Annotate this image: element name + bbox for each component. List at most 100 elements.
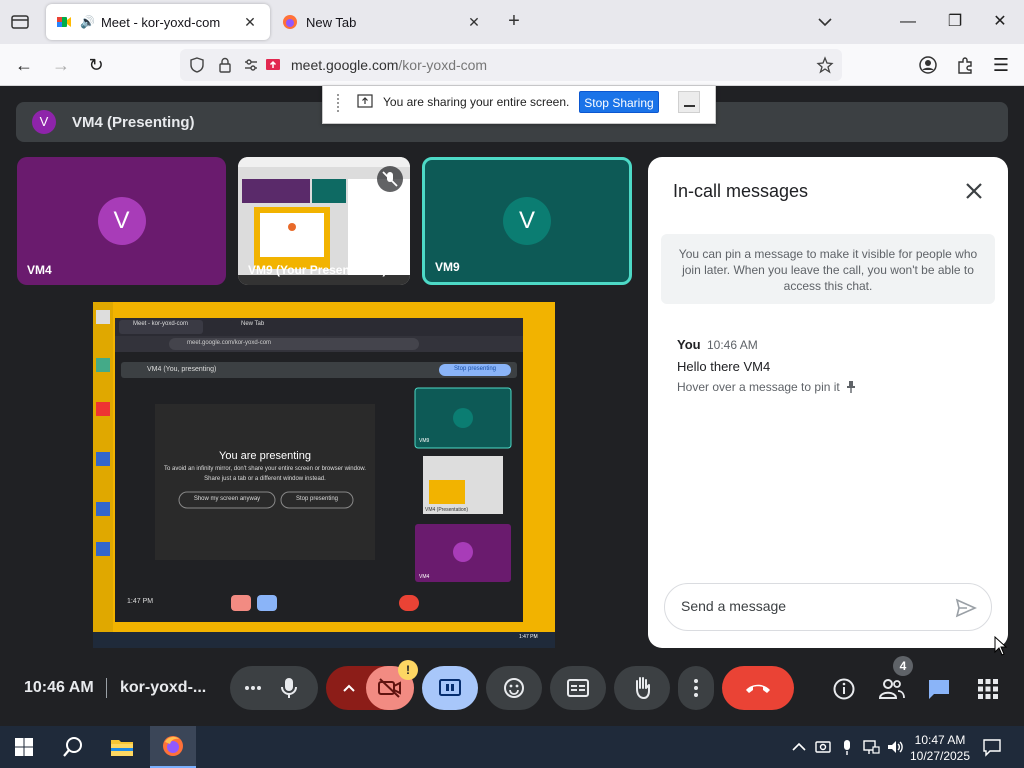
system-time: 10:47 AM (914, 733, 966, 747)
network-icon[interactable] (862, 738, 880, 756)
divider (106, 678, 107, 698)
system-date: 10/27/2025 (909, 749, 971, 763)
camera-warning-badge: ! (398, 660, 418, 680)
message-compose[interactable] (664, 583, 992, 631)
presenting-label: VM4 (Presenting) (72, 114, 195, 131)
search-button[interactable] (50, 726, 96, 768)
avatar: V (97, 197, 146, 245)
system-clock[interactable]: 10:47 AM 10/27/2025 (906, 732, 974, 764)
in-call-messages-panel: In-call messages You can pin a message t… (648, 157, 1008, 648)
shield-icon[interactable] (188, 56, 206, 74)
reload-icon[interactable]: ↻ (83, 52, 109, 78)
hand-icon (636, 677, 650, 700)
raise-hand-button[interactable] (614, 666, 670, 710)
closed-captions-icon (567, 679, 589, 697)
firefox-taskbar-button[interactable] (150, 726, 196, 768)
mirror-stop-presenting: Stop presenting (295, 496, 339, 502)
participant-tile-presentation[interactable]: VM9 (Your Presentation) (238, 157, 410, 285)
mouse-cursor-icon (994, 636, 1008, 656)
end-call-icon (746, 684, 770, 693)
avatar: V (32, 110, 56, 134)
url-path: /kor-yoxd-com (398, 57, 488, 73)
stop-sharing-button[interactable]: Stop Sharing (579, 91, 659, 113)
show-hidden-icons-chevron-icon[interactable] (790, 738, 808, 756)
new-tab-plus-icon[interactable]: + (502, 10, 526, 34)
close-icon[interactable] (962, 179, 986, 203)
permissions-icon[interactable] (242, 56, 260, 74)
speaker-icon[interactable]: 🔊 (80, 15, 95, 29)
reactions-button[interactable] (486, 666, 542, 710)
mirror-tile-vm4: VM4 (419, 574, 430, 580)
tab-list-icon[interactable] (8, 10, 32, 34)
message-time: 10:46 AM (707, 338, 758, 352)
volume-icon[interactable] (886, 738, 904, 756)
participant-name: VM9 (Your Presentation) (248, 263, 387, 277)
more-vertical-icon (694, 679, 698, 697)
hamburger-menu-icon[interactable]: ☰ (988, 52, 1014, 78)
present-now-button[interactable] (422, 666, 478, 710)
participant-tile-vm9[interactable]: V VM9 (422, 157, 632, 285)
list-all-tabs-chevron-icon[interactable] (814, 12, 836, 32)
people-count-badge: 4 (893, 656, 913, 676)
bookmark-star-icon[interactable] (816, 56, 834, 74)
google-meet-icon (57, 17, 71, 27)
pin-icon[interactable] (846, 381, 856, 393)
participant-name: VM9 (435, 260, 460, 274)
shared-screen-content (93, 302, 555, 648)
more-options-button[interactable] (678, 666, 714, 710)
activities-grid-icon[interactable] (976, 677, 1000, 701)
url-text: meet.google.com/kor-yoxd-com (291, 57, 487, 73)
people-icon[interactable] (878, 676, 906, 702)
meeting-code[interactable]: kor-yoxd-... (120, 679, 206, 697)
drag-handle[interactable] (337, 94, 341, 112)
participant-name: VM4 (27, 263, 52, 277)
avatar: V (503, 197, 551, 245)
tab-new-tab[interactable]: New Tab ✕ (272, 4, 494, 40)
microphone-tray-icon[interactable] (838, 738, 856, 756)
pin-hint: Hover over a message to pin it (677, 380, 840, 394)
hide-notification-button[interactable] (678, 91, 700, 113)
close-tab-icon[interactable]: ✕ (464, 14, 484, 31)
close-window-icon[interactable]: ✕ (988, 10, 1012, 34)
firefox-icon (163, 736, 183, 756)
leave-call-button[interactable] (722, 666, 794, 710)
send-message-input[interactable] (681, 598, 931, 614)
screen-sharing-indicator-icon[interactable] (264, 56, 282, 74)
chevron-up-icon (343, 684, 355, 692)
mirror-time: 1:47 PM (127, 598, 154, 605)
notifications-icon[interactable] (982, 737, 1002, 757)
lock-icon[interactable] (216, 56, 234, 74)
meeting-details-info-icon[interactable] (832, 677, 856, 701)
mirror-tab-new: New Tab (241, 321, 265, 327)
mirror-tile-presentation: VM4 (Presentation) (425, 507, 469, 513)
forward-arrow-icon[interactable]: → (48, 52, 74, 78)
extensions-puzzle-icon[interactable] (955, 55, 975, 75)
mirror-stop-presenting-chip: Stop presenting (453, 366, 497, 372)
start-button[interactable] (0, 726, 48, 768)
send-icon[interactable] (955, 598, 977, 618)
account-icon[interactable] (918, 55, 938, 75)
back-arrow-icon[interactable]: ← (11, 52, 37, 78)
close-tab-icon[interactable]: ✕ (240, 14, 260, 31)
captions-button[interactable] (550, 666, 606, 710)
minimize-window-icon[interactable]: — (896, 10, 920, 34)
screen-sharing-notification-bar: You are sharing your entire screen. Stop… (322, 86, 716, 124)
message-text[interactable]: Hello there VM4 (677, 359, 770, 374)
search-icon (63, 737, 82, 757)
call-controls-bar: 10:46 AM kor-yoxd-... ! 4 (0, 640, 1024, 726)
mirror-dialog-line2: Share just a tab or a different window i… (204, 476, 326, 482)
mirror-dialog-title: You are presenting (219, 450, 311, 462)
maximize-window-icon[interactable]: ❐ (943, 10, 967, 34)
webcam-tray-icon[interactable] (814, 738, 832, 756)
audio-settings-button[interactable] (230, 666, 318, 710)
share-screen-icon (357, 94, 373, 108)
url-domain: meet.google.com (291, 57, 399, 73)
message-sender: You (677, 337, 701, 352)
file-explorer-button[interactable] (98, 726, 146, 768)
microphone-icon (281, 678, 297, 698)
mic-off-icon (377, 166, 403, 192)
chat-icon[interactable] (926, 676, 952, 702)
participant-tile-vm4[interactable]: V VM4 (17, 157, 226, 285)
url-bar[interactable]: meet.google.com/kor-yoxd-com (180, 49, 842, 81)
tab-meet[interactable]: 🔊 Meet - kor-yoxd-com ✕ (46, 4, 270, 40)
